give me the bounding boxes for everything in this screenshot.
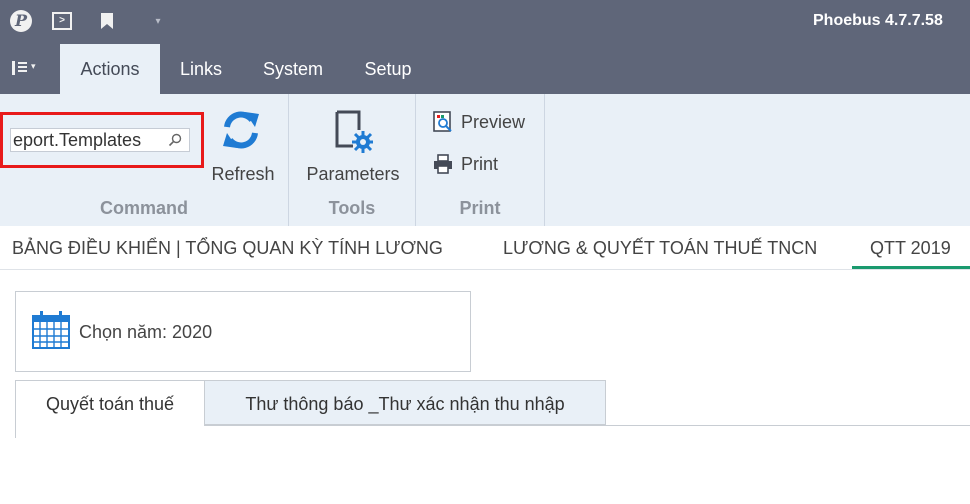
print-preview-icon bbox=[433, 111, 452, 132]
quick-access-bookmark-button[interactable] bbox=[99, 9, 115, 33]
year-selector-label: Chọn năm: 2020 bbox=[79, 322, 213, 342]
refresh-icon bbox=[223, 111, 259, 149]
parameters-label: Parameters bbox=[306, 164, 400, 184]
command-search-input[interactable] bbox=[11, 129, 161, 151]
title-bar: P > ▾ Phoebus 4.7.7.58 bbox=[0, 0, 970, 44]
command-group-label: Command bbox=[99, 198, 188, 218]
tab-setup[interactable]: Setup bbox=[350, 44, 426, 94]
tab-income-confirmation-letter[interactable]: Thư thông báo _Thư xác nhận thu nhập bbox=[204, 380, 606, 425]
tools-group-label: Tools bbox=[328, 198, 376, 218]
content-border bbox=[15, 426, 16, 438]
app-logo[interactable]: P bbox=[8, 9, 34, 33]
quick-access-customize-dropdown[interactable]: ▾ bbox=[150, 9, 166, 33]
print-group: Preview Print Print bbox=[416, 94, 545, 226]
document-tab-bar: BẢNG ĐIỀU KHIỂN | TỔNG QUAN KỲ TÍNH LƯƠN… bbox=[0, 226, 970, 270]
tab-tax-settlement[interactable]: Quyết toán thuế bbox=[15, 380, 205, 426]
active-tab-indicator bbox=[852, 266, 970, 269]
tools-group: Parameters Tools bbox=[289, 94, 416, 226]
run-icon: > bbox=[52, 12, 72, 30]
tab-actions[interactable]: Actions bbox=[60, 44, 160, 94]
ribbon-tab-bar: ▾ Actions Links System Setup bbox=[0, 44, 970, 94]
ribbon-panel: Refresh Command Parameters Tools bbox=[0, 94, 970, 226]
quick-access-run-button[interactable]: > bbox=[50, 9, 74, 33]
report-tabs: Quyết toán thuế Thư thông báo _Thư xác n… bbox=[15, 380, 970, 426]
refresh-button[interactable]: Refresh bbox=[208, 108, 278, 188]
print-button[interactable]: Print bbox=[432, 151, 498, 177]
preview-label: Preview bbox=[461, 111, 526, 132]
chevron-down-icon: ▾ bbox=[31, 61, 36, 71]
parameters-button[interactable]: Parameters bbox=[301, 108, 405, 188]
menu-icon bbox=[12, 61, 27, 75]
bookmark-icon bbox=[101, 13, 113, 29]
year-selector-panel[interactable]: Chọn năm: 2020 bbox=[15, 291, 471, 372]
parameters-icon bbox=[335, 110, 373, 153]
tab-baseline bbox=[205, 425, 970, 426]
command-search-field[interactable] bbox=[10, 128, 190, 152]
print-label: Print bbox=[461, 153, 499, 174]
refresh-label: Refresh bbox=[211, 164, 275, 184]
preview-button[interactable]: Preview bbox=[432, 109, 525, 135]
doc-tab-payroll-tax[interactable]: LƯƠNG & QUYẾT TOÁN THUẾ TNCN bbox=[503, 238, 817, 259]
doc-tab-dashboard[interactable]: BẢNG ĐIỀU KHIỂN | TỔNG QUAN KỲ TÍNH LƯƠN… bbox=[12, 238, 443, 259]
app-logo-icon: P bbox=[10, 10, 32, 32]
chevron-down-icon: ▾ bbox=[155, 15, 161, 27]
calendar-icon bbox=[32, 311, 70, 349]
command-search-highlight bbox=[0, 112, 204, 168]
search-icon[interactable] bbox=[168, 133, 182, 147]
print-group-label: Print bbox=[459, 198, 501, 218]
app-title: Phoebus 4.7.7.58 bbox=[813, 12, 943, 29]
printer-icon bbox=[434, 154, 452, 174]
tab-links[interactable]: Links bbox=[166, 44, 236, 94]
doc-tab-qtt-2019[interactable]: QTT 2019 bbox=[870, 238, 951, 259]
app-menu-button[interactable]: ▾ bbox=[10, 58, 44, 80]
command-group: Refresh Command bbox=[0, 94, 289, 226]
tab-system[interactable]: System bbox=[247, 44, 339, 94]
